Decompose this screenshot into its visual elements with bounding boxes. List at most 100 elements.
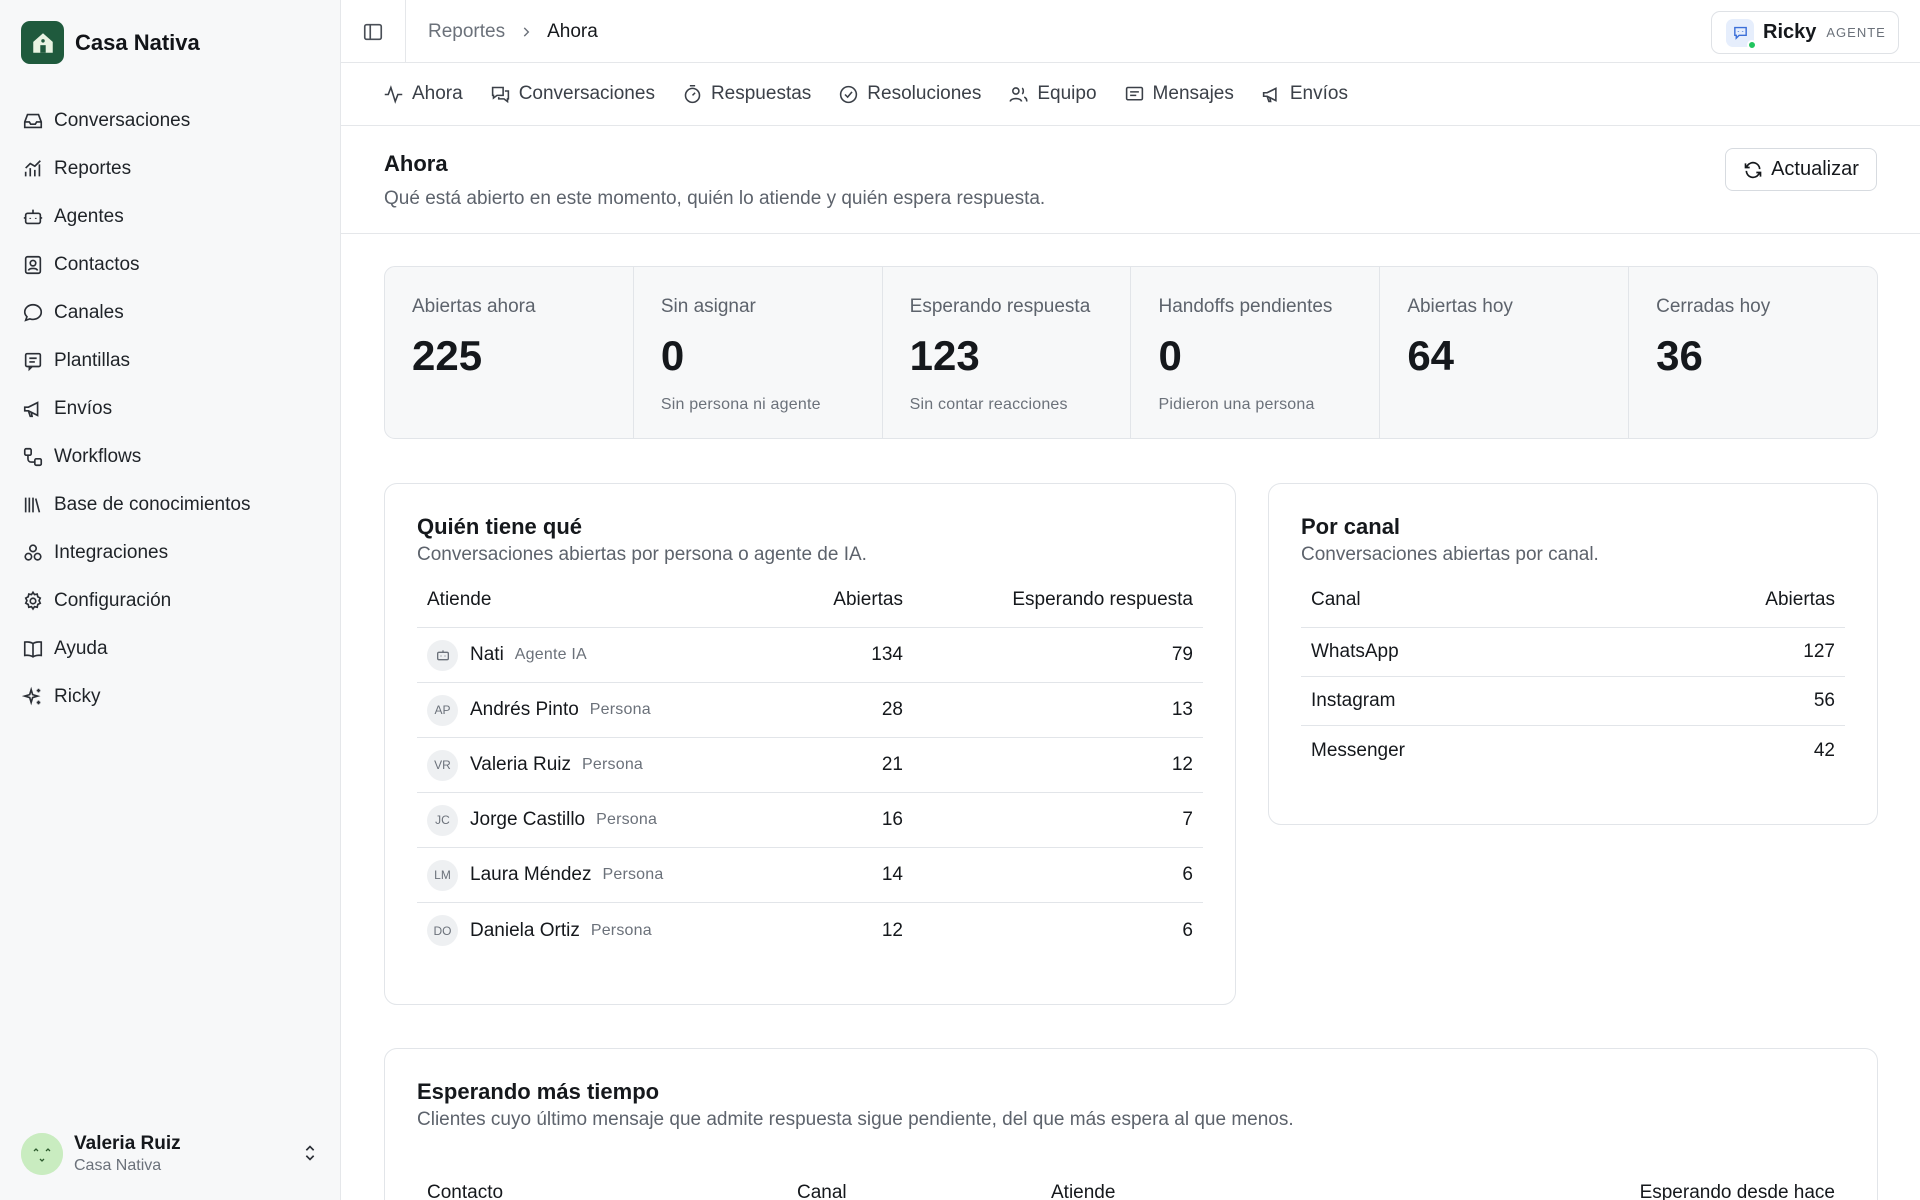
waiting-count: 6 [1182, 919, 1193, 941]
table-row[interactable]: DO Daniela Ortiz Persona 12 6 [417, 903, 1203, 958]
table-header: Contacto Canal Atiende Esperando desde h… [417, 1165, 1845, 1200]
sidebar-item-label: Envíos [54, 398, 113, 419]
table-row[interactable]: VR Valeria Ruiz Persona 21 12 [417, 738, 1203, 793]
sidebar-nav: Conversaciones Reportes Agentes Contacto… [0, 97, 341, 721]
sidebar-item-base-conocimientos[interactable]: Base de conocimientos [0, 481, 341, 529]
page-header: Ahora Qué está abierto en este momento, … [341, 126, 1920, 234]
assignee-name: Laura Méndez [470, 864, 592, 885]
tab-label: Equipo [1037, 83, 1097, 104]
column-header: Canal [1311, 589, 1361, 610]
table-row[interactable]: JC Jorge Castillo Persona 16 7 [417, 793, 1203, 848]
contact-icon [24, 255, 42, 275]
sidebar-item-configuracion[interactable]: Configuración [0, 577, 341, 625]
open-count: 12 [881, 919, 903, 941]
stat-value: 36 [1656, 332, 1703, 379]
sidebar-item-conversaciones[interactable]: Conversaciones [0, 97, 341, 145]
tab-respuestas[interactable]: Respuestas [682, 83, 811, 105]
sidebar-item-ricky[interactable]: Ricky [0, 673, 341, 721]
assignee-kind: Persona [582, 756, 644, 773]
stat-abiertas-hoy: Abiertas hoy 64 [1380, 267, 1630, 438]
bot-icon [23, 209, 43, 225]
tab-conversaciones[interactable]: Conversaciones [490, 83, 655, 105]
table-row[interactable]: Instagram 56 [1301, 677, 1845, 726]
avatar: JC [427, 804, 458, 836]
user-name: Valeria Ruiz [74, 1133, 181, 1154]
open-count: 14 [881, 864, 903, 885]
assignee-name: Daniela Ortiz [470, 919, 580, 941]
refresh-button[interactable]: Actualizar [1725, 148, 1877, 191]
chart-icon [24, 160, 41, 177]
breadcrumb-current: Ahora [547, 20, 598, 42]
channel-table: Canal Abiertas WhatsApp 127 Instagram 56… [1301, 573, 1845, 775]
table-row[interactable]: LM Laura Méndez Persona 14 6 [417, 848, 1203, 903]
column-header: Canal [797, 1181, 847, 1200]
sidebar-toggle-button[interactable] [341, 0, 406, 63]
tab-resoluciones[interactable]: Resoluciones [838, 83, 981, 105]
card-subtitle: Conversaciones abiertas por canal. [1301, 544, 1599, 565]
stat-esperando-respuesta: Esperando respuesta 123 Sin contar reacc… [883, 267, 1132, 438]
user-menu[interactable]: Valeria Ruiz Casa Nativa [21, 1128, 321, 1180]
chevron-up-down-icon[interactable] [299, 1142, 321, 1164]
tab-equipo[interactable]: Equipo [1008, 83, 1097, 105]
stat-label: Handoffs pendientes [1158, 296, 1333, 317]
sidebar-item-label: Contactos [54, 254, 140, 275]
activity-icon [384, 84, 403, 104]
table-header: Atiende Abiertas Esperando respuesta [417, 573, 1203, 628]
channel-name: Instagram [1311, 690, 1396, 711]
tab-label: Resoluciones [867, 83, 982, 104]
table-header: Canal Abiertas [1301, 573, 1845, 628]
sidebar-item-integraciones[interactable]: Integraciones [0, 529, 341, 577]
stat-label: Abiertas hoy [1407, 296, 1513, 317]
stat-note: Sin persona ni agente [660, 396, 821, 413]
chevron-right-icon [519, 25, 533, 39]
tab-label: Respuestas [710, 83, 812, 104]
stat-sin-asignar: Sin asignar 0 Sin persona ni agente [634, 267, 883, 438]
card-title: Quién tiene qué [417, 514, 583, 539]
column-header: Abiertas [1765, 589, 1835, 610]
card-subtitle: Clientes cuyo último mensaje que admite … [417, 1109, 1294, 1130]
sidebar-item-agentes[interactable]: Agentes [0, 193, 341, 241]
sidebar-item-envios[interactable]: Envíos [0, 385, 341, 433]
workflow-icon [23, 447, 43, 467]
sidebar-item-canales[interactable]: Canales [0, 289, 341, 337]
stat-value: 123 [909, 332, 980, 379]
chat-bubble-icon [23, 303, 43, 322]
sidebar-item-workflows[interactable]: Workflows [0, 433, 341, 481]
table-row[interactable]: AP Andrés Pinto Persona 28 13 [417, 683, 1203, 738]
message-square-icon [1125, 86, 1143, 101]
avatar: DO [427, 915, 458, 946]
book-icon [23, 641, 43, 658]
waiting-count: 12 [1171, 754, 1193, 775]
messages-icon [491, 86, 509, 103]
tab-mensajes[interactable]: Mensajes [1124, 83, 1234, 105]
brand[interactable]: Casa Nativa [21, 21, 200, 64]
sidebar-item-plantillas[interactable]: Plantillas [0, 337, 341, 385]
table-row[interactable]: Nati Agente IA 134 79 [417, 628, 1203, 683]
refresh-icon [1744, 161, 1762, 178]
table-row[interactable]: WhatsApp 127 [1301, 628, 1845, 677]
tab-envios[interactable]: Envíos [1261, 83, 1348, 105]
assignee-kind: Agente IA [514, 646, 587, 663]
stat-handoffs-pendientes: Handoffs pendientes 0 Pidieron una perso… [1131, 267, 1381, 438]
breadcrumb-reportes[interactable]: Reportes [428, 21, 505, 43]
bot-icon [427, 639, 458, 671]
agent-ricky-button[interactable]: Ricky AGENTE [1711, 11, 1899, 54]
megaphone-icon [1262, 86, 1277, 102]
sidebar-item-ayuda[interactable]: Ayuda [0, 625, 341, 673]
integrations-icon [24, 544, 42, 561]
sidebar-item-reportes[interactable]: Reportes [0, 145, 341, 193]
sidebar-item-contactos[interactable]: Contactos [0, 241, 341, 289]
channel-name: Messenger [1311, 739, 1405, 761]
stat-label: Sin asignar [660, 296, 756, 317]
card-title: Esperando más tiempo [417, 1079, 660, 1104]
sidebar-item-label: Reportes [54, 158, 132, 179]
table-row[interactable]: Messenger 42 [1301, 726, 1845, 775]
users-icon [1009, 86, 1028, 102]
assignee-name: Andrés Pinto [470, 699, 579, 720]
waiting-count: 6 [1182, 864, 1193, 885]
panel-left-icon [363, 23, 383, 40]
house-icon [21, 21, 64, 64]
tab-ahora[interactable]: Ahora [383, 83, 463, 105]
sidebar-item-label: Ayuda [54, 638, 108, 659]
sidebar-item-label: Agentes [54, 206, 124, 227]
